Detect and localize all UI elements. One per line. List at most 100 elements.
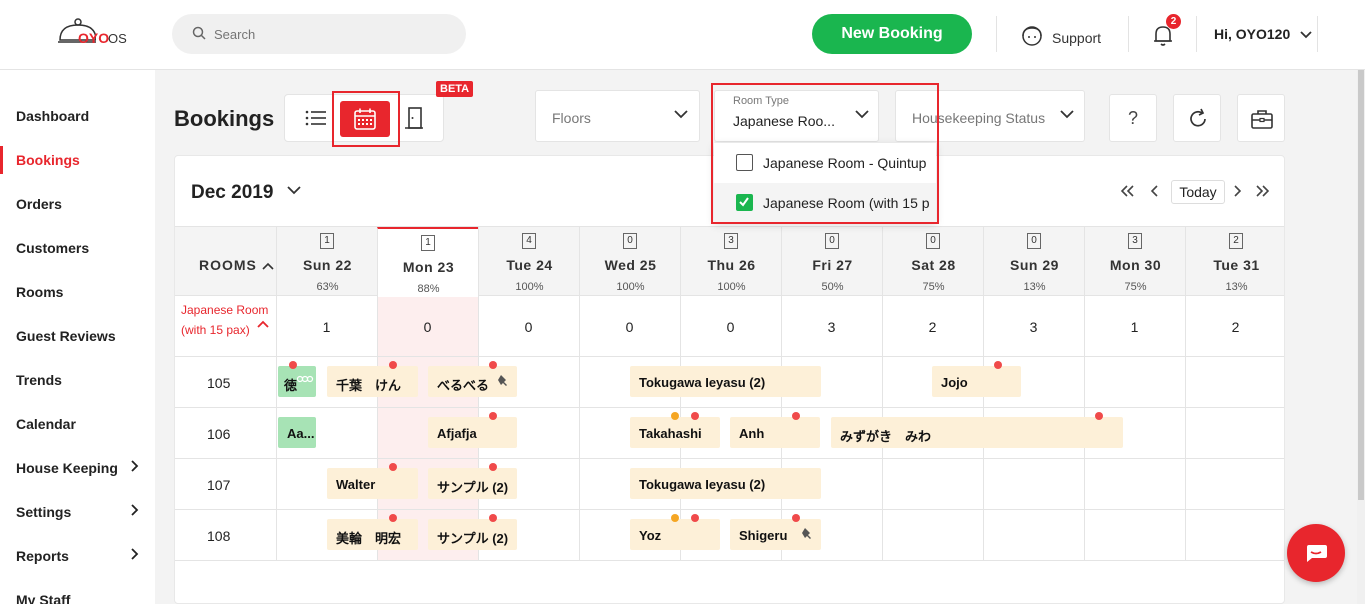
sidebar-item-house-keeping[interactable]: House Keeping	[0, 446, 155, 490]
booking-guest: 千葉 けん	[336, 378, 402, 393]
booking-block[interactable]: Anh	[730, 412, 820, 448]
chevron-right-icon[interactable]	[1231, 183, 1243, 199]
day-header: 1 Sun 22 63%	[276, 227, 377, 297]
scrollbar-thumb[interactable]	[1358, 70, 1364, 500]
day-header: 0 Sun 29 13%	[983, 227, 1084, 297]
sidebar-item-label: Dashboard	[16, 108, 90, 124]
new-booking-button[interactable]: New Booking	[812, 14, 972, 54]
booking-block[interactable]: Jojo	[932, 361, 1021, 397]
sidebar-item-guest-reviews[interactable]: Guest Reviews	[0, 314, 155, 358]
day-header: 0 Sat 28 75%	[882, 227, 983, 297]
sidebar-item-reports[interactable]: Reports	[0, 534, 155, 578]
booking-block[interactable]: べるべる	[428, 361, 517, 397]
list-view-icon[interactable]	[305, 109, 327, 127]
availability-count: 2	[928, 319, 937, 335]
booking-guest: べるべる	[437, 378, 490, 393]
divider	[1196, 16, 1197, 52]
booking-block[interactable]: サンプル (2)	[428, 514, 517, 550]
booking-guest: Shigeru	[739, 528, 788, 543]
chevron-right-icon	[131, 504, 139, 516]
room-type-options: Japanese Room - Quintup Japanese Room (w…	[714, 143, 936, 223]
checkbox[interactable]	[736, 154, 753, 171]
today-button[interactable]: Today	[1171, 180, 1225, 204]
sidebar-item-customers[interactable]: Customers	[0, 226, 155, 270]
booking-block[interactable]: 美輪 明宏	[327, 514, 418, 550]
sidebar-item-my-staff[interactable]: My Staff	[0, 578, 155, 604]
chat-button[interactable]	[1287, 524, 1345, 582]
booking-block[interactable]: みずがき みわ	[831, 412, 1123, 448]
room-number: 107	[207, 477, 231, 493]
day-count: 1	[421, 235, 435, 251]
day-occupancy: 75%	[922, 281, 945, 293]
room-type-option[interactable]: Japanese Room (with 15 p	[714, 183, 936, 223]
booking-block[interactable]: Takahashi	[630, 412, 720, 448]
refresh-button[interactable]	[1173, 94, 1221, 142]
checkbox-checked[interactable]	[736, 194, 753, 211]
booking-block[interactable]: サンプル (2)	[428, 463, 517, 499]
help-button[interactable]: ?	[1109, 94, 1157, 142]
pin-icon	[498, 375, 507, 386]
day-occupancy: 88%	[417, 283, 440, 295]
room-view-icon[interactable]	[405, 107, 423, 129]
page-title: Bookings	[174, 106, 275, 131]
sidebar-item-label: House Keeping	[16, 460, 118, 476]
oyo-os-logo[interactable]: OYO OS	[50, 12, 140, 56]
booking-block[interactable]: Shigeru	[730, 514, 821, 550]
double-chevron-left-icon[interactable]	[1119, 183, 1135, 199]
booking-block[interactable]: Tokugawa Ieyasu (2)	[630, 366, 821, 397]
availability-count: 0	[625, 319, 634, 335]
page-scrollbar[interactable]	[1357, 70, 1365, 604]
room-type-option[interactable]: Japanese Room - Quintup	[714, 143, 936, 183]
rooms-header[interactable]: ROOMS	[199, 257, 274, 273]
availability-count: 2	[1231, 319, 1240, 335]
room-type-dropdown[interactable]: Room Type Japanese Roo...	[714, 90, 879, 142]
booking-block[interactable]: Walter	[327, 463, 418, 499]
sidebar-item-label: Guest Reviews	[16, 328, 116, 344]
chevron-down-icon[interactable]	[287, 185, 301, 195]
booking-block[interactable]: Tokugawa Ieyasu (2)	[630, 468, 821, 499]
booking-guest: Takahashi	[639, 426, 702, 441]
availability-count: 3	[827, 319, 836, 335]
sidebar-item-calendar[interactable]: Calendar	[0, 402, 155, 446]
sidebar-item-orders[interactable]: Orders	[0, 182, 155, 226]
sidebar-item-settings[interactable]: Settings	[0, 490, 155, 534]
sidebar-item-rooms[interactable]: Rooms	[0, 270, 155, 314]
sidebar-item-dashboard[interactable]: Dashboard	[0, 94, 155, 138]
booking-block[interactable]: Yoz	[630, 514, 720, 550]
chevron-up-icon	[262, 262, 274, 270]
sidebar-item-label: Trends	[16, 372, 62, 388]
booking-block[interactable]: Aa...	[278, 417, 316, 448]
room-number: 106	[207, 426, 231, 442]
sidebar-item-label: Calendar	[16, 416, 76, 432]
chevron-left-icon[interactable]	[1149, 183, 1161, 199]
briefcase-icon	[1251, 110, 1273, 129]
day-name: Fri 27	[812, 257, 853, 273]
sidebar-item-bookings[interactable]: Bookings	[0, 138, 155, 182]
chevron-up-icon[interactable]	[257, 320, 269, 328]
month-selector[interactable]: Dec 2019	[191, 182, 273, 204]
booking-guest: Yoz	[639, 528, 662, 543]
date-navigation: Today	[1119, 180, 1271, 206]
booking-guest: Afjafja	[437, 426, 477, 441]
day-header: 3 Thu 26 100%	[680, 227, 781, 297]
search-input[interactable]	[214, 24, 444, 44]
sidebar-item-label: Customers	[16, 240, 90, 256]
user-menu[interactable]: Hi, OYO120	[1214, 26, 1312, 42]
option-label: Japanese Room - Quintup	[763, 155, 927, 171]
double-chevron-right-icon[interactable]	[1255, 183, 1271, 199]
day-header: 2 Tue 31 13%	[1185, 227, 1286, 297]
search-box[interactable]	[172, 14, 466, 54]
booking-guest: Anh	[739, 426, 765, 441]
housekeeping-dropdown[interactable]: Housekeeping Status	[895, 90, 1085, 142]
briefcase-button[interactable]	[1237, 94, 1285, 142]
chevron-right-icon	[131, 548, 139, 560]
day-occupancy: 100%	[515, 281, 544, 293]
top-bar: OYO OS New Booking Support 2 Hi, OYO120	[0, 0, 1365, 70]
booking-block[interactable]: 徳	[278, 361, 316, 397]
booking-block[interactable]: Afjafja	[428, 412, 517, 448]
day-header: 0 Fri 27 50%	[781, 227, 882, 297]
sidebar-item-trends[interactable]: Trends	[0, 358, 155, 402]
floors-dropdown[interactable]: Floors	[535, 90, 700, 142]
chevron-right-icon	[131, 460, 139, 472]
booking-block[interactable]: 千葉 けん	[327, 361, 418, 397]
